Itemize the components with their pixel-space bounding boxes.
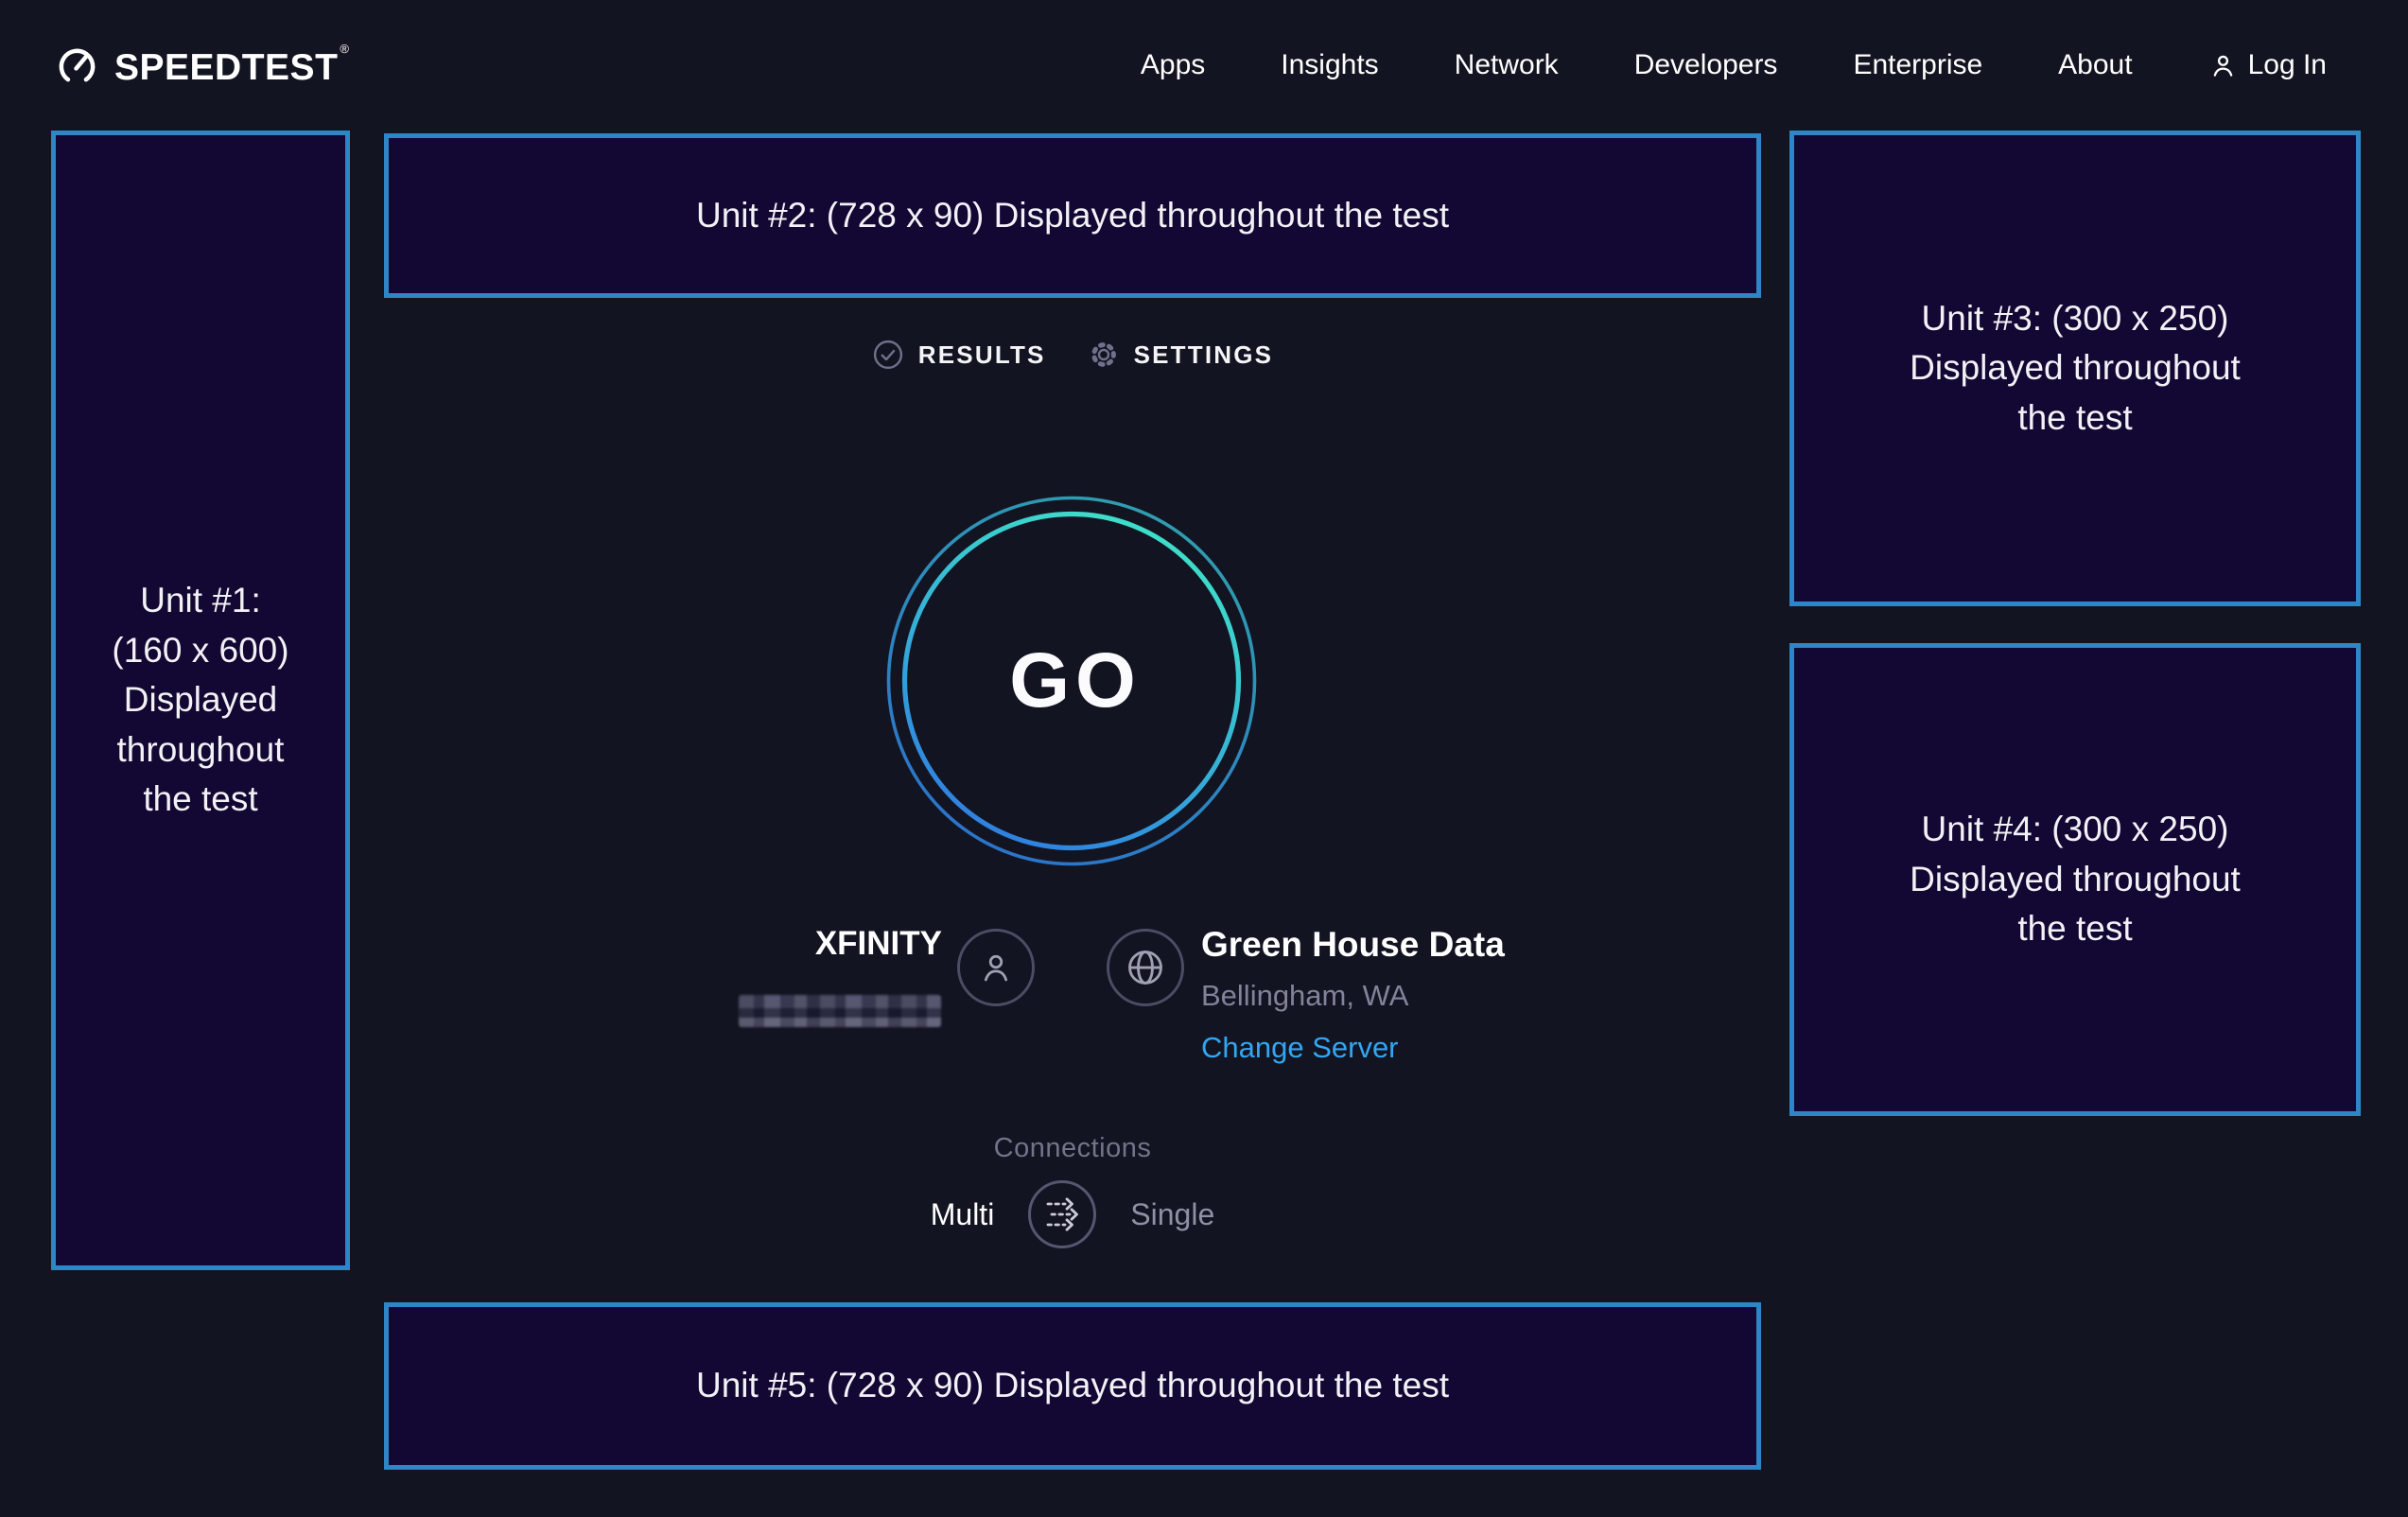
ad-unit-4-rectangle[interactable]: Unit #4: (300 x 250) Displayed throughou… (1789, 643, 2361, 1116)
nav-item-enterprise[interactable]: Enterprise (1853, 49, 1982, 81)
nav-item-developers[interactable]: Developers (1634, 49, 1778, 81)
server-globe-icon (1107, 929, 1184, 1006)
multi-connection-arrows-icon[interactable] (1026, 1178, 1098, 1250)
connections-toggle: Multi Single (384, 1178, 1761, 1250)
nav-item-about[interactable]: About (2058, 49, 2132, 81)
server-info: Green House Data Bellingham, WA Change S… (1201, 927, 1505, 1062)
logo-wordmark: SPEEDTEST® (114, 42, 349, 89)
ad-unit-3-rectangle[interactable]: Unit #3: (300 x 250) Displayed throughou… (1789, 131, 2361, 606)
top-nav-bar: SPEEDTEST® Apps Insights Network Develop… (0, 0, 2408, 131)
redacted-ip-pixelation (739, 995, 941, 1027)
speedtest-logo[interactable]: SPEEDTEST® (55, 42, 349, 89)
go-label: GO (886, 496, 1257, 866)
check-circle-icon (872, 339, 904, 371)
login-button[interactable]: Log In (2208, 49, 2327, 81)
isp-name: XFINITY (662, 925, 942, 963)
registered-trademark: ® (340, 42, 349, 56)
results-settings-tabs: RESULTS SETTINGS (384, 339, 1761, 371)
gear-icon (1088, 339, 1120, 371)
speedometer-gauge-icon (55, 44, 99, 88)
tab-results[interactable]: RESULTS (872, 339, 1046, 371)
connections-single-option[interactable]: Single (1130, 1197, 1214, 1232)
tab-settings-label: SETTINGS (1134, 340, 1274, 370)
connections-heading: Connections (384, 1133, 1761, 1164)
main-nav: Apps Insights Network Developers Enterpr… (1141, 49, 2327, 81)
change-server-link[interactable]: Change Server (1201, 1033, 1505, 1062)
nav-item-apps[interactable]: Apps (1141, 49, 1205, 81)
connections-multi-option[interactable]: Multi (931, 1197, 995, 1232)
tab-results-label: RESULTS (918, 340, 1046, 370)
nav-item-network[interactable]: Network (1455, 49, 1559, 81)
ad-unit-2-leaderboard[interactable]: Unit #2: (728 x 90) Displayed throughout… (384, 133, 1761, 298)
nav-item-insights[interactable]: Insights (1281, 49, 1378, 81)
user-icon (2208, 51, 2238, 80)
login-label: Log In (2248, 49, 2327, 81)
speedtest-page: SPEEDTEST® Apps Insights Network Develop… (0, 0, 2408, 1517)
ad-unit-1-skyscraper[interactable]: Unit #1: (160 x 600) Displayed throughou… (51, 131, 350, 1270)
tab-settings[interactable]: SETTINGS (1088, 339, 1274, 371)
go-button[interactable]: GO (886, 496, 1257, 866)
server-location: Bellingham, WA (1201, 981, 1505, 1010)
server-name: Green House Data (1201, 927, 1505, 962)
ad-unit-5-leaderboard[interactable]: Unit #5: (728 x 90) Displayed throughout… (384, 1302, 1761, 1470)
isp-user-icon (957, 929, 1035, 1006)
